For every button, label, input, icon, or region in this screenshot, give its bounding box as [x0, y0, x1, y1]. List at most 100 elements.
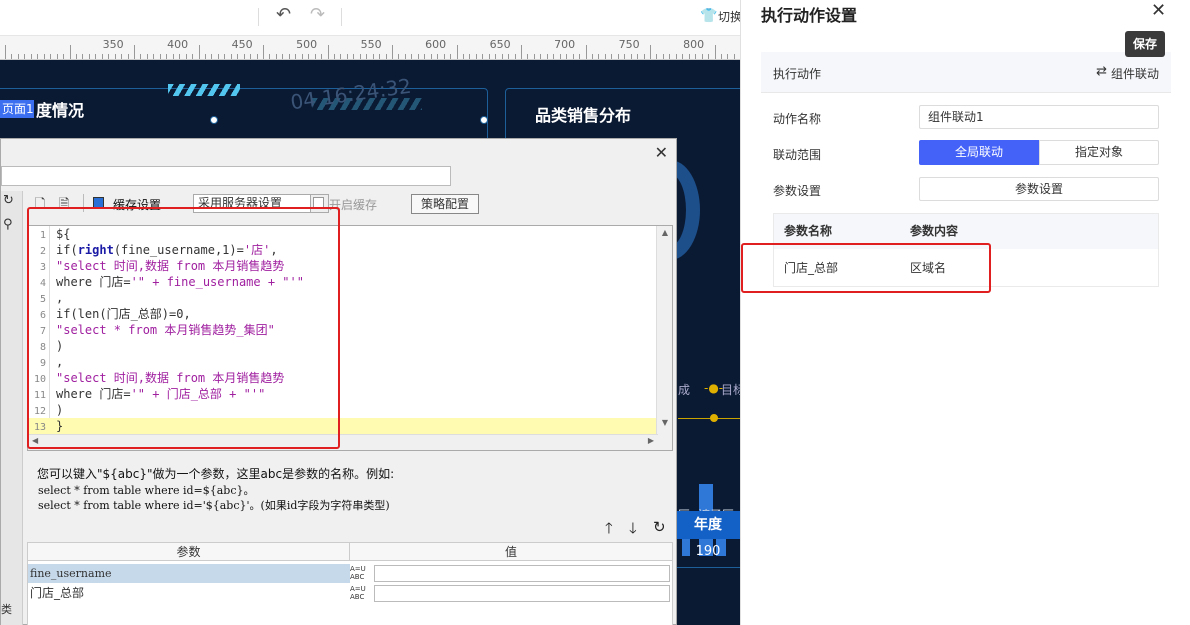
redo-icon[interactable]: ↷ — [310, 4, 325, 25]
ruler-label: 450 — [231, 38, 253, 51]
save-tooltip[interactable]: 保存 — [1125, 31, 1165, 57]
vertical-scrollbar[interactable]: ▲ ▼ — [656, 226, 672, 450]
ruler-tick — [11, 54, 13, 59]
ruler-tick — [521, 45, 522, 59]
strategy-config-button[interactable]: 策略配置 — [411, 194, 479, 214]
ruler-tick — [495, 54, 497, 59]
refresh-icon[interactable]: ↻ — [3, 193, 14, 208]
ruler-tick — [488, 54, 490, 59]
dialog-name-field[interactable] — [1, 166, 451, 186]
ruler-tick — [321, 54, 323, 59]
move-up-icon[interactable]: 🡑 — [605, 518, 613, 543]
ruler-tick — [708, 54, 710, 59]
ruler-tick — [82, 54, 84, 59]
ruler-tick — [346, 54, 348, 59]
switch-theme-button[interactable]: 切换 — [718, 8, 742, 25]
action-name-input[interactable]: 组件联动1 — [919, 105, 1159, 129]
scroll-down-icon[interactable]: ▼ — [657, 418, 672, 432]
component-link-action[interactable]: 组件联动 — [1111, 65, 1159, 82]
ruler-label: 800 — [683, 38, 705, 51]
scroll-up-icon[interactable]: ▲ — [657, 228, 672, 242]
ruler-tick — [579, 54, 581, 59]
ruler-tick — [204, 54, 206, 59]
ruler-tick — [69, 45, 71, 59]
ruler-tick — [288, 54, 290, 59]
ruler-tick — [617, 54, 619, 59]
close-icon[interactable]: ✕ — [655, 143, 668, 162]
shirt-icon[interactable]: 👕 — [700, 8, 717, 24]
undo-icon[interactable]: ↶ — [276, 4, 291, 25]
ruler-tick — [43, 54, 45, 59]
param-settings-label: 参数设置 — [773, 184, 822, 198]
app-root: ↶ ↷ 👕 切换 350 400 450 500 550 600 650 700 750 800 … — [0, 0, 1190, 625]
ruler-tick — [301, 54, 303, 59]
ruler-label: 550 — [360, 38, 382, 51]
ruler-tick — [450, 54, 452, 59]
ruler-tick — [585, 45, 587, 59]
ruler-tick — [314, 54, 316, 59]
dialog-left-strip: ↻ ⚲ 类 — [1, 191, 23, 625]
scroll-right-icon[interactable]: ▶ — [648, 436, 654, 445]
formula-dialog: ✕ ↻ ⚲ 类 🗋 🗎 缓存设置 采用服务器设置 ▼ 开启缓存 策略配置 1${… — [0, 138, 677, 625]
help-example: select * from table where id=${abc}。 — [38, 484, 255, 497]
ruler-tick — [675, 54, 677, 59]
ruler-tick — [508, 54, 510, 59]
ruler-label: 750 — [618, 38, 640, 51]
table-row[interactable]: 门店_总部 A=U ABC — [28, 584, 672, 603]
ruler-tick — [566, 54, 568, 59]
param-name-cell: fine_username — [28, 564, 350, 583]
param-header-name: 参数 — [28, 543, 350, 561]
ruler-tick — [256, 54, 258, 59]
ruler-tick — [475, 54, 477, 59]
page-tag[interactable]: 页面1 — [0, 100, 34, 118]
ruler-tick — [695, 54, 697, 59]
move-down-icon[interactable]: 🡓 — [629, 518, 637, 543]
ruler-tick — [75, 54, 77, 59]
param-name-cell: 门店_总部 — [30, 586, 85, 600]
swap-icon[interactable]: ⇄ — [1096, 64, 1107, 79]
ruler-tick — [714, 45, 716, 59]
ruler-tick — [134, 45, 135, 59]
ruler-tick — [140, 54, 142, 59]
scope-option-specified[interactable]: 指定对象 — [1039, 140, 1159, 165]
ruler-tick — [392, 45, 393, 59]
ruler-tick — [682, 54, 684, 59]
param-settings-button[interactable]: 参数设置 — [919, 177, 1159, 201]
ruler-tick — [501, 54, 503, 59]
toolbar-divider — [341, 8, 342, 26]
ruler-tick — [17, 54, 19, 59]
left-panel-title: 度情况 — [36, 101, 85, 120]
toolbar-divider — [258, 8, 259, 26]
left-strip-label: 类 — [1, 603, 12, 616]
frame-dot — [480, 116, 488, 124]
ruler-tick — [430, 54, 432, 59]
param-value-input[interactable] — [374, 565, 670, 582]
ruler-tick — [443, 54, 445, 59]
ruler-tick — [611, 54, 613, 59]
ruler-tick — [591, 54, 593, 59]
ruler-tick — [166, 54, 168, 59]
ruler-tick — [482, 54, 484, 59]
ruler-tick — [243, 54, 245, 59]
type-badge[interactable]: A=U ABC — [350, 585, 372, 602]
ruler-tick — [456, 45, 458, 59]
param-value-input[interactable] — [374, 585, 670, 602]
scope-option-global[interactable]: 全局联动 — [919, 140, 1039, 165]
ruler-tick — [720, 54, 722, 59]
ruler-tick — [5, 45, 6, 59]
ruler-tick — [604, 54, 606, 59]
refresh-params-icon[interactable]: ↻ — [653, 518, 666, 536]
search-icon[interactable]: ⚲ — [3, 217, 13, 232]
right-panel-title: 品类销售分布 — [535, 106, 632, 125]
ruler-tick — [127, 54, 129, 59]
ruler-tick — [533, 54, 535, 59]
type-badge[interactable]: A=U ABC — [350, 565, 372, 582]
table-row[interactable]: fine_username A=U ABC — [28, 564, 672, 583]
ruler-tick — [353, 54, 355, 59]
ruler-label: 600 — [425, 38, 447, 51]
ruler-tick — [159, 54, 161, 59]
ruler-tick — [121, 54, 123, 59]
ruler-tick — [624, 54, 626, 59]
close-icon[interactable]: ✕ — [1151, 0, 1166, 21]
ruler-tick — [263, 45, 264, 59]
